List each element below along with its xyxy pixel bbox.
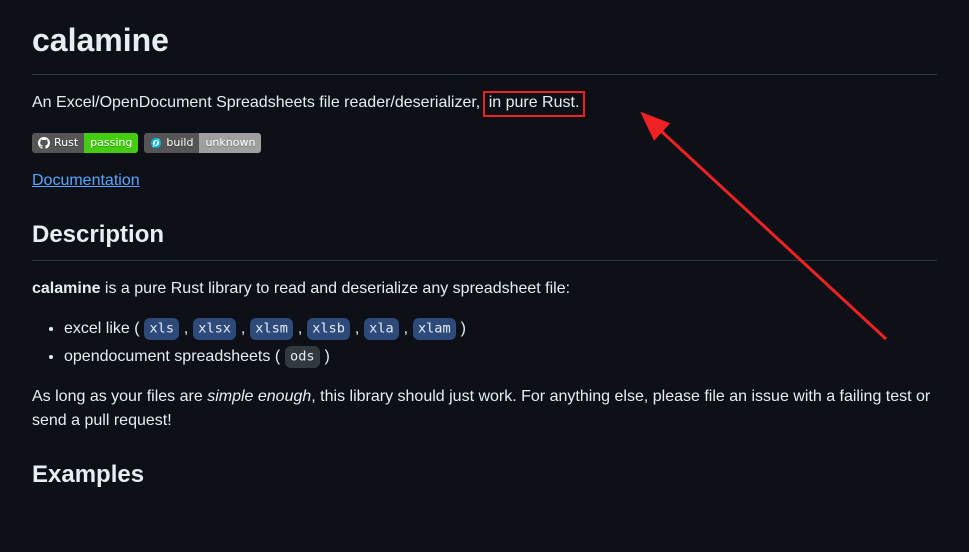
- section-description-heading: Description: [32, 217, 937, 261]
- excel-prefix: excel like (: [64, 320, 144, 337]
- badge-rust-passing[interactable]: Rust passing: [32, 133, 138, 153]
- od-suffix: ): [320, 348, 330, 365]
- badge-build-unknown[interactable]: build unknown: [144, 133, 261, 153]
- libname-strong: calamine: [32, 280, 100, 297]
- note-em: simple enough: [207, 388, 311, 405]
- formats-list: excel like ( xls , xlsx , xlsm , xlsb , …: [32, 317, 937, 369]
- list-item-opendoc: opendocument spreadsheets ( ods ): [64, 345, 937, 369]
- page-title: calamine: [32, 16, 937, 75]
- summary-text: An Excel/OpenDocument Spreadsheets file …: [32, 94, 485, 111]
- highlighted-rust-text: in pure Rust.: [483, 91, 586, 117]
- description-paragraph: calamine is a pure Rust library to read …: [32, 277, 937, 301]
- note-paragraph: As long as your files are simple enough,…: [32, 385, 937, 433]
- fmt-code: xlsx: [193, 318, 237, 339]
- badge-left: build: [166, 133, 193, 153]
- badge-right: unknown: [199, 133, 261, 153]
- section-examples-heading: Examples: [32, 457, 937, 500]
- documentation-link[interactable]: Documentation: [32, 172, 140, 189]
- appveyor-icon: [150, 137, 162, 149]
- list-item-excel: excel like ( xls , xlsx , xlsm , xlsb , …: [64, 317, 937, 341]
- fmt-code: xls: [144, 318, 179, 339]
- badges-row: Rust passing build unknown: [32, 133, 937, 153]
- fmt-code: xlsb: [307, 318, 351, 339]
- summary-line: An Excel/OpenDocument Spreadsheets file …: [32, 91, 937, 117]
- od-prefix: opendocument spreadsheets (: [64, 348, 285, 365]
- footer-faint-text: [0, 536, 969, 552]
- fmt-code: xla: [364, 318, 399, 339]
- fmt-code: xlsm: [250, 318, 294, 339]
- badge-right: passing: [84, 133, 138, 153]
- github-icon: [38, 137, 50, 149]
- fmt-code: ods: [285, 346, 320, 367]
- note-before: As long as your files are: [32, 388, 207, 405]
- desc-rest: is a pure Rust library to read and deser…: [100, 280, 570, 297]
- badge-left: Rust: [54, 133, 78, 153]
- excel-suffix: ): [456, 320, 466, 337]
- fmt-code: xlam: [413, 318, 457, 339]
